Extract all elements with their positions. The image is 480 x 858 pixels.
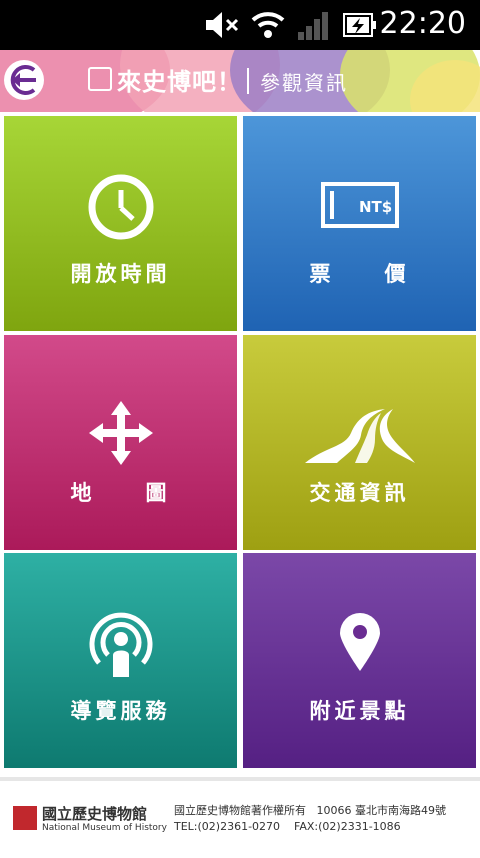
clock-time: 22:20 — [379, 6, 466, 41]
clock-icon — [88, 174, 153, 240]
tile-nearby-attractions[interactable]: 附近景點 — [243, 553, 476, 768]
back-button[interactable] — [4, 60, 44, 100]
section-title: 參觀資訊 — [260, 71, 348, 95]
move-arrows-icon — [88, 401, 153, 465]
road-icon — [304, 409, 415, 463]
tile-label: 地 圖 — [70, 481, 171, 505]
footer-info: 國立歷史博物館著作權所有 10066 臺北市南海路49號 TEL:(02)236… — [174, 803, 446, 835]
org-name: 國立歷史博物館 — [42, 805, 148, 823]
audio-guide-icon — [89, 612, 152, 677]
tile-label: 附近景點 — [309, 699, 410, 723]
app-header: 來史博吧！ 參觀資訊 — [0, 50, 480, 112]
tile-label: 票 價 — [309, 262, 410, 286]
status-bar: 22:20 — [0, 0, 480, 50]
fax-text: FAX:(02)2331-1086 — [294, 820, 401, 833]
tile-label: 開放時間 — [70, 262, 171, 286]
signal-icon — [298, 12, 328, 40]
tile-transport-info[interactable]: 交通資訊 — [243, 335, 476, 550]
tel-text: TEL:(02)2361-0270 — [174, 820, 281, 833]
org-name-en: National Museum of History — [42, 823, 167, 833]
app-title: 來史博吧！ — [117, 68, 242, 96]
ticket-currency: NT$ — [359, 198, 392, 216]
copyright-text: 國立歷史博物館著作權所有 — [174, 804, 306, 817]
tile-ticket-price[interactable]: NT$ 票 價 — [243, 116, 476, 331]
museum-logo-icon — [88, 67, 112, 91]
back-arrow-icon — [10, 65, 36, 95]
ticket-icon: NT$ — [320, 182, 399, 228]
location-pin-icon — [339, 613, 380, 671]
tile-guided-tour[interactable]: 導覽服務 — [4, 553, 237, 768]
wifi-icon — [251, 12, 285, 38]
title-divider — [247, 68, 249, 94]
tile-map[interactable]: 地 圖 — [4, 335, 237, 550]
tile-label: 導覽服務 — [70, 699, 171, 723]
footer: 國立歷史博物館 National Museum of History 國立歷史博… — [0, 777, 480, 858]
tile-label: 交通資訊 — [309, 481, 410, 505]
battery-charging-icon — [343, 13, 376, 37]
tile-opening-hours[interactable]: 開放時間 — [4, 116, 237, 331]
address-text: 10066 臺北市南海路49號 — [316, 804, 447, 817]
museum-seal-icon — [13, 806, 37, 830]
volume-muted-icon — [206, 12, 239, 38]
